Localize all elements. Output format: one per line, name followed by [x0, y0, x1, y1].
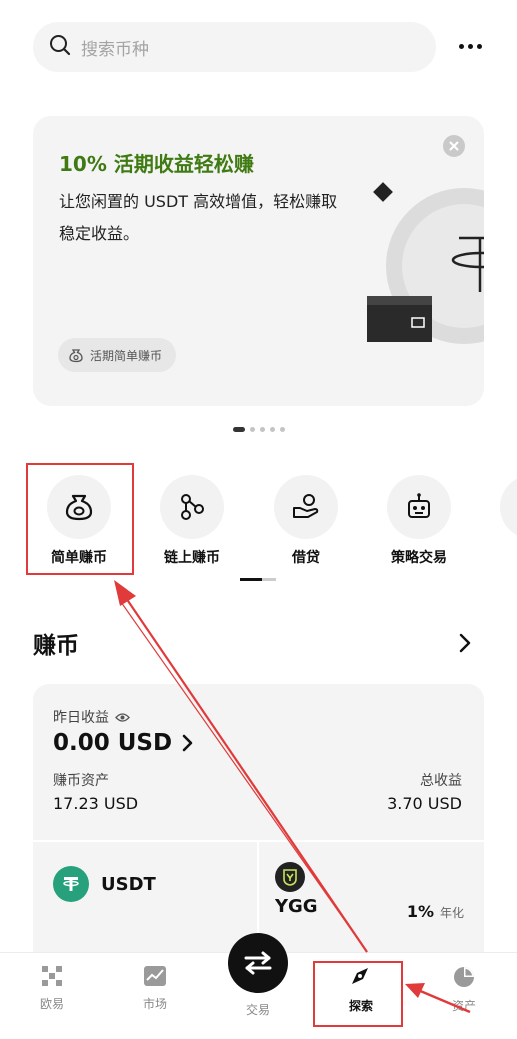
usdt-logo-icon	[53, 866, 89, 902]
tab-okx[interactable]: 欧易	[12, 965, 92, 1012]
coin-symbol: USDT	[101, 873, 156, 895]
category-strategy-trading[interactable]: 策略交易	[364, 470, 474, 567]
coin-symbol: YGG	[275, 896, 318, 917]
pie-chart-icon	[454, 967, 474, 987]
category-loan[interactable]: 借贷	[251, 470, 361, 567]
promo-banner[interactable]: 10% 活期收益轻松赚 让您闲置的 USDT 高效增值，轻松赚取稳定收益。 活期…	[33, 116, 484, 406]
total-earnings-value: 3.70 USD	[387, 794, 462, 813]
yesterday-earnings-label: 昨日收益	[53, 707, 130, 727]
chevron-right-icon[interactable]	[458, 632, 472, 654]
chart-icon	[144, 966, 166, 986]
banner-close-button[interactable]	[443, 135, 465, 157]
banner-illustration	[367, 182, 484, 344]
coin-item-usdt[interactable]: USDT	[53, 866, 156, 902]
highlight-box-simple-earn	[26, 463, 134, 575]
category-label: 借贷	[292, 550, 320, 566]
okx-logo-icon	[42, 966, 62, 986]
more-menu-button[interactable]	[452, 34, 488, 58]
money-bag-icon	[69, 349, 83, 363]
ygg-logo-icon	[275, 862, 305, 892]
robot-icon	[408, 493, 430, 518]
earn-asset-value: 17.23 USD	[53, 794, 139, 813]
banner-chip-label: 活期简单赚币	[90, 348, 163, 363]
category-label: 链上赚币	[164, 550, 220, 566]
search-icon	[49, 34, 71, 60]
ygg-apr: 1% 年化	[406, 902, 464, 921]
tab-assets[interactable]: 资产	[424, 965, 504, 1014]
banner-pagination	[233, 427, 285, 432]
category-label: 策略交易	[391, 550, 447, 566]
category-scroll-indicator	[240, 578, 276, 581]
tab-trade-label[interactable]: 交易	[218, 1001, 298, 1018]
close-icon	[449, 141, 459, 151]
total-earnings-label: 总收益	[420, 773, 462, 789]
banner-chip[interactable]: 活期简单赚币	[58, 338, 177, 372]
eye-icon[interactable]	[115, 712, 130, 723]
swap-icon	[244, 951, 272, 975]
search-placeholder: 搜索币种	[81, 39, 149, 60]
yesterday-earnings-value[interactable]: 0.00 USD	[53, 730, 194, 756]
banner-description: 让您闲置的 USDT 高效增值，轻松赚取稳定收益。	[59, 192, 338, 243]
trade-button[interactable]	[228, 933, 288, 993]
banner-title: 10% 活期收益轻松赚	[59, 152, 254, 176]
category-onchain-earn[interactable]: 链上赚币	[137, 470, 247, 567]
search-input[interactable]: 搜索币种	[33, 22, 436, 72]
category-bt[interactable]: BT	[477, 470, 517, 563]
tab-market[interactable]: 市场	[115, 965, 195, 1012]
highlight-box-explore	[313, 961, 403, 1027]
hand-coin-icon	[293, 494, 319, 518]
section-title: 赚币	[33, 633, 79, 659]
bottom-tab-bar: 欧易 市场 交易 探索 资产	[0, 933, 517, 1039]
coin-item-ygg[interactable]: YGG	[275, 862, 318, 917]
chevron-right-icon	[182, 734, 193, 752]
earn-asset-label: 赚币资产	[53, 773, 109, 789]
nodes-icon	[181, 494, 204, 520]
